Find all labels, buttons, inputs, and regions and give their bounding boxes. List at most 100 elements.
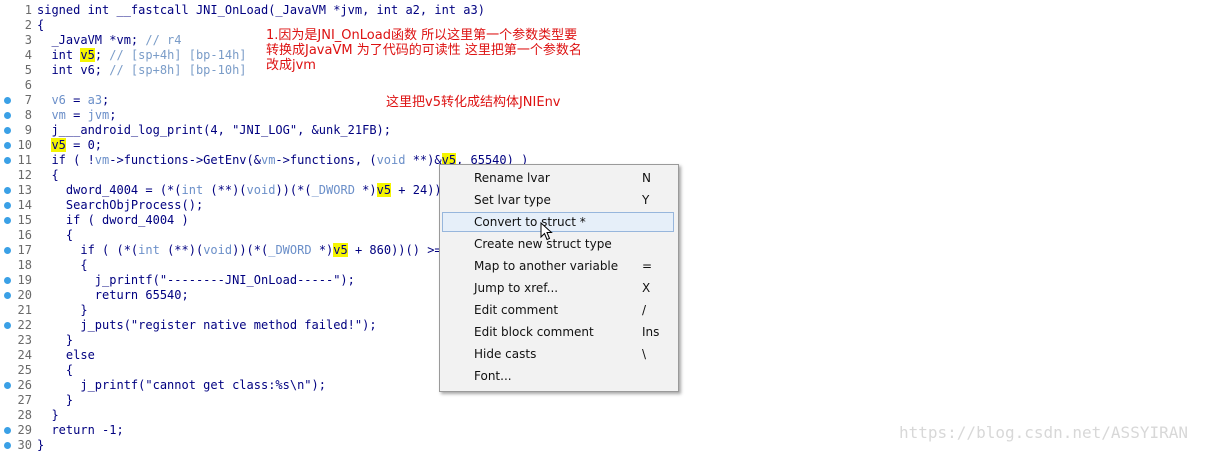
gutter-line[interactable]: 28 bbox=[0, 408, 34, 423]
gutter-line[interactable]: 4 bbox=[0, 48, 34, 63]
breakpoint-marker-icon[interactable] bbox=[4, 322, 11, 329]
line-number: 14 bbox=[17, 198, 32, 212]
gutter-line[interactable]: 17 bbox=[0, 243, 34, 258]
breakpoint-marker-icon[interactable] bbox=[4, 187, 11, 194]
breakpoint-marker-icon[interactable] bbox=[4, 277, 11, 284]
gutter-line[interactable]: 18 bbox=[0, 258, 34, 273]
gutter-line[interactable]: 6 bbox=[0, 78, 34, 93]
code-line[interactable]: { bbox=[37, 18, 44, 33]
breakpoint-marker-icon[interactable] bbox=[4, 247, 11, 254]
menu-item[interactable]: Create new struct type bbox=[442, 234, 674, 254]
code-line[interactable]: return 65540; bbox=[37, 288, 189, 303]
gutter-line[interactable]: 23 bbox=[0, 333, 34, 348]
code-line[interactable]: j_printf("cannot get class:%s\n"); bbox=[37, 378, 326, 393]
menu-item[interactable]: Convert to struct * bbox=[442, 212, 674, 232]
menu-item[interactable]: Hide casts \ bbox=[442, 344, 674, 364]
code-line[interactable]: v5 = 0; bbox=[37, 138, 102, 153]
gutter-line[interactable]: 11 bbox=[0, 153, 34, 168]
pseudocode-editor[interactable]: 1 2 3 4 5 6 7 8 9 10 11 12 13 14 15 16 17 18 19 20 21 22 23 24 2… bbox=[0, 0, 1211, 452]
breakpoint-marker-icon[interactable] bbox=[4, 292, 11, 299]
code-line[interactable]: { bbox=[37, 228, 73, 243]
gutter-line[interactable]: 19 bbox=[0, 273, 34, 288]
code-line[interactable]: { bbox=[37, 168, 58, 183]
menu-item[interactable]: Set lvar type Y bbox=[442, 190, 674, 210]
gutter-line[interactable]: 7 bbox=[0, 93, 34, 108]
gutter-line[interactable]: 21 bbox=[0, 303, 34, 318]
code-line[interactable]: } bbox=[37, 438, 44, 453]
gutter-line[interactable]: 2 bbox=[0, 18, 34, 33]
menu-item-label: Hide casts bbox=[474, 347, 537, 361]
gutter-line[interactable]: 10 bbox=[0, 138, 34, 153]
code-token: _DWORD bbox=[311, 183, 355, 197]
code-token: = bbox=[65, 93, 88, 107]
code-line[interactable]: dword_4004 = (*(int (**)(void))(*(_DWORD… bbox=[37, 183, 449, 198]
gutter-line[interactable]: 12 bbox=[0, 168, 34, 183]
line-number: 7 bbox=[24, 93, 32, 107]
gutter-line[interactable]: 26 bbox=[0, 378, 34, 393]
code-line[interactable]: j_puts("register native method failed!")… bbox=[37, 318, 376, 333]
gutter-line[interactable]: 8 bbox=[0, 108, 34, 123]
breakpoint-marker-icon[interactable] bbox=[4, 217, 11, 224]
code-line[interactable]: if ( (*(int (**)(void))(*(_DWORD *)v5 + … bbox=[37, 243, 456, 258]
code-line[interactable]: } bbox=[37, 393, 73, 408]
code-line[interactable]: if ( dword_4004 ) bbox=[37, 213, 189, 228]
code-line[interactable]: j_printf("--------JNI_OnLoad-----"); bbox=[37, 273, 355, 288]
gutter-line[interactable]: 29 bbox=[0, 423, 34, 438]
gutter-line[interactable]: 20 bbox=[0, 288, 34, 303]
code-token: ; bbox=[102, 93, 110, 107]
gutter-line[interactable]: 14 bbox=[0, 198, 34, 213]
breakpoint-marker-icon[interactable] bbox=[4, 127, 11, 134]
gutter-line[interactable]: 13 bbox=[0, 183, 34, 198]
code-token: return -1; bbox=[37, 423, 124, 437]
breakpoint-marker-icon[interactable] bbox=[4, 427, 11, 434]
gutter-line[interactable]: 15 bbox=[0, 213, 34, 228]
context-menu[interactable]: Rename lvar N Set lvar type Y Convert to str… bbox=[439, 164, 679, 392]
line-number: 10 bbox=[17, 138, 32, 152]
gutter-line[interactable]: 27 bbox=[0, 393, 34, 408]
code-line[interactable]: int v6; // [sp+8h] [bp-10h] bbox=[37, 63, 246, 78]
code-token: signed int __fastcall JNI_OnLoad(_JavaVM… bbox=[37, 3, 485, 17]
code-line[interactable]: _JavaVM *vm; // r4 bbox=[37, 33, 181, 48]
breakpoint-marker-icon[interactable] bbox=[4, 97, 11, 104]
menu-item[interactable]: Rename lvar N bbox=[442, 168, 674, 188]
code-line[interactable]: signed int __fastcall JNI_OnLoad(_JavaVM… bbox=[37, 3, 485, 18]
breakpoint-marker-icon[interactable] bbox=[4, 112, 11, 119]
gutter-line[interactable]: 16 bbox=[0, 228, 34, 243]
code-line[interactable]: } bbox=[37, 333, 73, 348]
breakpoint-marker-icon[interactable] bbox=[4, 157, 11, 164]
gutter-line[interactable]: 22 bbox=[0, 318, 34, 333]
gutter-line[interactable]: 24 bbox=[0, 348, 34, 363]
menu-item[interactable]: Font... bbox=[442, 366, 674, 386]
menu-item[interactable]: Jump to xref... X bbox=[442, 278, 674, 298]
breakpoint-marker-icon[interactable] bbox=[4, 442, 11, 449]
code-token: dword_4004 = (*( bbox=[37, 183, 182, 197]
code-token: (**)( bbox=[159, 243, 204, 257]
code-line[interactable]: } bbox=[37, 408, 58, 423]
gutter-line[interactable]: 1 bbox=[0, 3, 34, 18]
code-line[interactable]: { bbox=[37, 258, 87, 273]
code-line[interactable]: int v5; // [sp+4h] [bp-14h] bbox=[37, 48, 247, 63]
breakpoint-marker-icon[interactable] bbox=[4, 142, 11, 149]
gutter-line[interactable]: 25 bbox=[0, 363, 34, 378]
code-line[interactable]: j___android_log_print(4, "JNI_LOG", &unk… bbox=[37, 123, 391, 138]
breakpoint-marker-icon[interactable] bbox=[4, 202, 11, 209]
gutter-line[interactable]: 30 bbox=[0, 438, 34, 453]
line-number: 12 bbox=[17, 168, 32, 182]
menu-item[interactable]: Edit block comment Ins bbox=[442, 322, 674, 342]
code-line[interactable]: } bbox=[37, 303, 87, 318]
gutter-line[interactable]: 3 bbox=[0, 33, 34, 48]
line-number: 15 bbox=[17, 213, 32, 227]
code-line[interactable]: return -1; bbox=[37, 423, 124, 438]
gutter-line[interactable]: 5 bbox=[0, 63, 34, 78]
menu-item[interactable]: Map to another variable = bbox=[442, 256, 674, 276]
code-line[interactable]: vm = jvm; bbox=[37, 108, 116, 123]
breakpoint-marker-icon[interactable] bbox=[4, 382, 11, 389]
code-line[interactable]: { bbox=[37, 363, 73, 378]
code-line[interactable]: SearchObjProcess(); bbox=[37, 198, 203, 213]
line-number-gutter[interactable]: 1 2 3 4 5 6 7 8 9 10 11 12 13 14 15 16 17 18 19 20 21 22 23 24 2… bbox=[0, 0, 36, 452]
menu-item[interactable]: Edit comment / bbox=[442, 300, 674, 320]
gutter-line[interactable]: 9 bbox=[0, 123, 34, 138]
code-token: void bbox=[376, 153, 406, 167]
code-line[interactable]: v6 = a3; bbox=[37, 93, 109, 108]
code-line[interactable]: else bbox=[37, 348, 95, 363]
